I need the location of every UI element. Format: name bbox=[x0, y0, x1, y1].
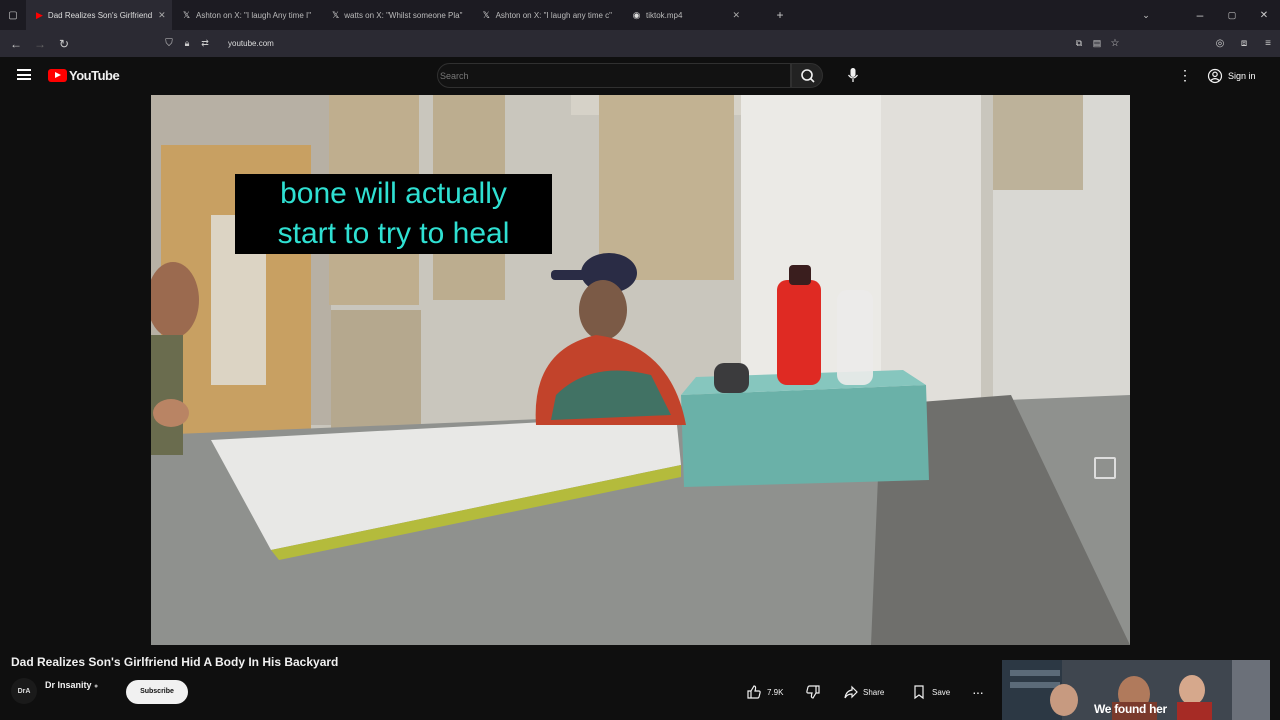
x-favicon: 𝕏 bbox=[332, 9, 340, 20]
caption-line: bone will actually bbox=[280, 177, 507, 210]
share-button[interactable]: Share bbox=[843, 680, 884, 704]
tab-tiktok[interactable]: ◉ tiktok.mp4 ✕ bbox=[622, 0, 768, 30]
tab-x-2[interactable]: 𝕏 watts on X: "Whilst someone Pla" bbox=[322, 0, 472, 30]
account-icon[interactable]: ◎ bbox=[1208, 38, 1232, 49]
new-tab-icon[interactable]: + bbox=[768, 8, 792, 22]
like-count: 7.9K bbox=[767, 687, 784, 697]
share-label: Share bbox=[863, 687, 885, 697]
channel-name-label: Dr Insanity bbox=[45, 680, 92, 690]
tab-label: tiktok.mp4 bbox=[646, 10, 683, 20]
thumbs-up-icon bbox=[747, 685, 761, 699]
save-label: Save bbox=[932, 687, 951, 697]
close-icon[interactable]: ✕ bbox=[732, 10, 740, 21]
tab-label: Ashton on X: "I laugh any time c" bbox=[495, 10, 612, 20]
forward-icon[interactable]: → bbox=[28, 37, 52, 51]
bookmark-icon bbox=[914, 685, 924, 700]
search-button[interactable] bbox=[791, 63, 823, 88]
miniplayer-icon[interactable] bbox=[1094, 457, 1116, 479]
tab-label: Dad Realizes Son's Girlfriend bbox=[47, 10, 153, 20]
caption-line: start to try to heal bbox=[277, 217, 510, 250]
more-actions-icon[interactable]: ··· bbox=[972, 680, 984, 704]
channel-name[interactable]: Dr Insanity ● bbox=[45, 680, 98, 690]
video-title: Dad Realizes Son's Girlfriend Hid A Body… bbox=[11, 655, 339, 669]
thumbs-down-icon bbox=[806, 685, 820, 699]
app-menu-icon[interactable]: ≡ bbox=[1256, 38, 1280, 49]
youtube-logo[interactable]: YouTube bbox=[48, 68, 120, 83]
browser-tab-bar: ▢ ▶ Dad Realizes Son's Girlfriend ✕ 𝕏 As… bbox=[0, 0, 1280, 30]
youtube-masthead: YouTube Search ⋮ Sign in bbox=[0, 57, 1280, 94]
lock-icon[interactable]: 🔒︎ bbox=[178, 38, 196, 49]
picture-in-picture-icon[interactable]: ⧉ bbox=[1070, 38, 1088, 49]
search-placeholder: Search bbox=[440, 71, 469, 81]
dislike-button[interactable] bbox=[805, 680, 821, 704]
maximize-icon[interactable]: ▢ bbox=[1220, 10, 1244, 21]
share-icon bbox=[844, 685, 858, 699]
subscribe-label: Subscribe bbox=[140, 688, 174, 695]
tab-overview-icon[interactable]: ▢ bbox=[0, 10, 26, 21]
reload-icon[interactable]: ↻ bbox=[52, 37, 76, 51]
reader-view-icon[interactable]: ▤ bbox=[1088, 38, 1106, 49]
save-button[interactable]: Save bbox=[911, 680, 950, 704]
tab-x-1[interactable]: 𝕏 Ashton on X: "I laugh Any time I" bbox=[172, 0, 322, 30]
like-button[interactable]: 7.9K bbox=[746, 680, 783, 704]
browser-url-bar: ← → ↻ ⛉ 🔒︎ ⇄ youtube.com ⧉ ▤ ☆ ◎ ⧈ ≡ bbox=[0, 30, 1280, 57]
sign-in-label: Sign in bbox=[1228, 71, 1256, 81]
shield-icon[interactable]: ⛉ bbox=[160, 38, 178, 49]
youtube-favicon: ▶ bbox=[36, 9, 43, 20]
bookmark-star-icon[interactable]: ☆ bbox=[1106, 38, 1124, 49]
recommended-video-thumbnail[interactable]: We found her bbox=[1002, 660, 1270, 720]
window-close-icon[interactable]: ✕ bbox=[1252, 10, 1276, 21]
search-icon bbox=[801, 69, 815, 83]
user-icon bbox=[1207, 68, 1223, 84]
tab-label: Ashton on X: "I laugh Any time I" bbox=[196, 10, 312, 20]
avatar[interactable]: DrA bbox=[11, 678, 37, 704]
x-favicon: 𝕏 bbox=[182, 9, 191, 20]
close-icon[interactable]: ✕ bbox=[158, 10, 166, 21]
tab-x-3[interactable]: 𝕏 Ashton on X: "I laugh any time c" bbox=[472, 0, 622, 30]
settings-more-icon[interactable]: ⋮ bbox=[1178, 67, 1192, 83]
page-favicon: ◉ bbox=[632, 9, 641, 20]
thumbnail-text: We found her bbox=[1094, 702, 1167, 716]
video-caption: bone will actually start to try to heal bbox=[235, 174, 552, 254]
sign-in-button[interactable]: Sign in bbox=[1207, 65, 1256, 87]
tab-list-icon[interactable]: ⌄ bbox=[1134, 10, 1158, 21]
address-field[interactable]: youtube.com bbox=[228, 39, 274, 48]
permissions-icon[interactable]: ⇄ bbox=[196, 38, 214, 49]
video-player[interactable]: bone will actually start to try to heal bbox=[151, 95, 1130, 645]
youtube-play-icon bbox=[48, 69, 67, 82]
back-icon[interactable]: ← bbox=[4, 37, 28, 51]
menu-icon[interactable] bbox=[17, 69, 31, 80]
tab-youtube[interactable]: ▶ Dad Realizes Son's Girlfriend ✕ bbox=[26, 0, 172, 30]
minimize-icon[interactable]: – bbox=[1188, 8, 1212, 22]
x-favicon: 𝕏 bbox=[482, 9, 490, 20]
subscribe-button[interactable]: Subscribe bbox=[126, 680, 188, 704]
search-input[interactable]: Search bbox=[437, 63, 791, 88]
logo-text: YouTube bbox=[69, 68, 120, 83]
voice-search-button[interactable] bbox=[842, 65, 864, 87]
tab-label: watts on X: "Whilst someone Pla" bbox=[344, 10, 463, 20]
extensions-icon[interactable]: ⧈ bbox=[1232, 38, 1256, 49]
avatar-text: DrA bbox=[17, 687, 31, 695]
verified-icon: ● bbox=[94, 683, 99, 690]
microphone-icon bbox=[847, 68, 859, 82]
